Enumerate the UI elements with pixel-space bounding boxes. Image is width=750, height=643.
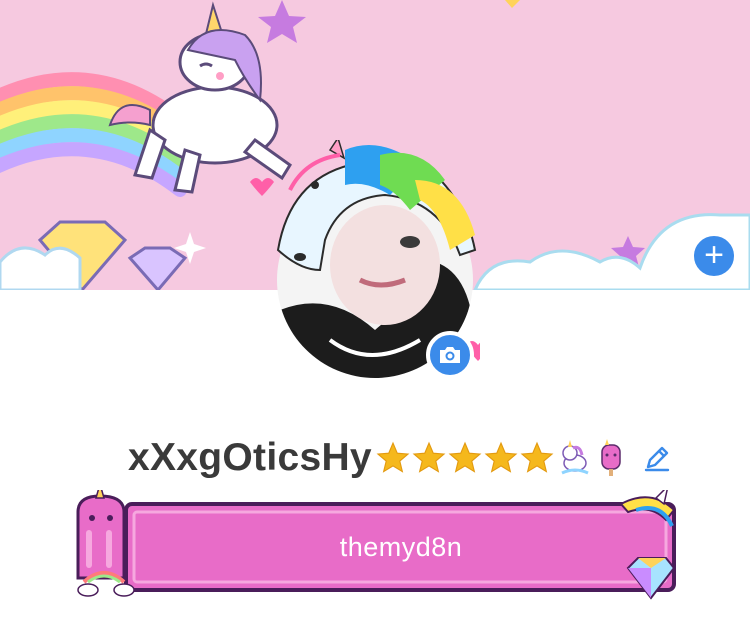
camera-icon xyxy=(440,347,460,363)
frame-label: themyd8n xyxy=(339,531,463,562)
username: xXxgOticsHy xyxy=(128,436,372,479)
unicorn-popsicle-sticker-icon xyxy=(601,439,621,476)
profile-name-row: xXxgOticsHy xyxy=(128,432,672,484)
plus-icon: + xyxy=(704,235,724,274)
star-icon xyxy=(376,441,410,473)
add-cover-button[interactable]: + xyxy=(691,233,737,279)
star-decoration xyxy=(258,0,306,43)
star-icon xyxy=(448,441,482,473)
unicorn-sticker-icon xyxy=(561,440,589,475)
star-icon xyxy=(520,441,554,473)
pencil-icon[interactable] xyxy=(642,443,672,473)
star-icon xyxy=(412,441,446,473)
star-icon xyxy=(484,441,518,473)
change-avatar-button[interactable] xyxy=(426,331,474,379)
